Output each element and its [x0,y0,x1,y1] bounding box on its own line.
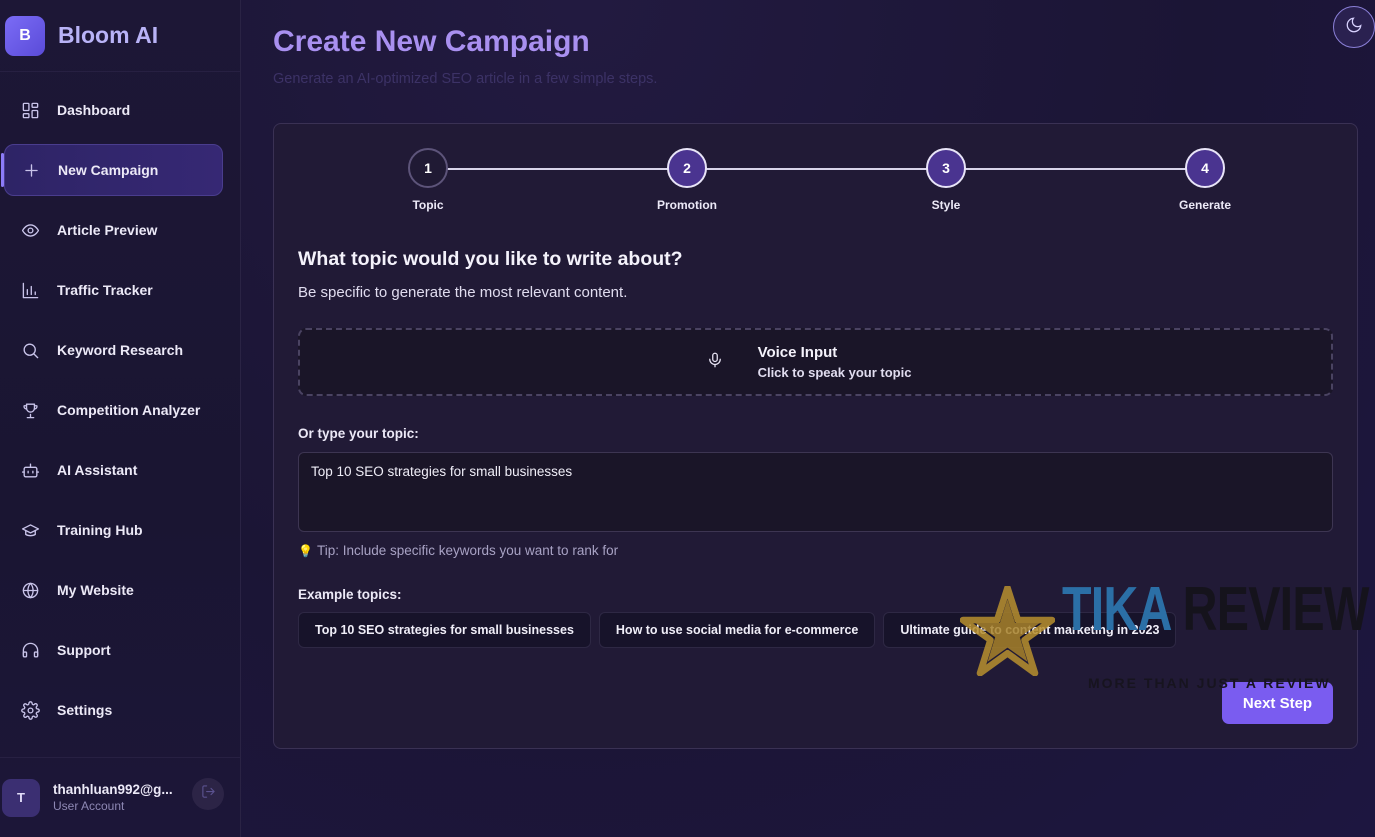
plus-icon [21,160,41,180]
example-topic-chip[interactable]: Top 10 SEO strategies for small business… [298,612,591,648]
robot-icon [20,460,40,480]
sidebar-item-label: Settings [57,702,113,718]
step-4-circle[interactable]: 4 [1185,148,1225,188]
tip-label: Tip: Include specific keywords you want … [316,543,619,558]
step-4-label: Generate [1178,198,1232,212]
topic-input-label: Or type your topic: [298,426,419,441]
topic-description: Be specific to generate the most relevan… [298,284,628,301]
sidebar-item-label: Competition Analyzer [57,402,201,418]
sidebar-item-label: My Website [57,582,134,598]
topic-question: What topic would you like to write about… [298,248,683,270]
voice-input-text: Voice Input Click to speak your topic [758,344,912,380]
bar-chart-icon [20,280,40,300]
sidebar-item-ai-assistant[interactable]: AI Assistant [4,444,223,496]
graduation-cap-icon [20,520,40,540]
sidebar-item-keyword-research[interactable]: Keyword Research [4,324,223,376]
step-1-label: Topic [412,198,444,212]
voice-input-content: Voice Input Click to speak your topic [706,344,912,380]
sidebar-item-label: Article Preview [57,222,158,238]
sidebar-item-support[interactable]: Support [4,624,223,676]
stepper-line [428,168,1204,170]
sidebar-nav: Dashboard New Campaign Article Preview T… [0,72,240,736]
sidebar: B Bloom AI Dashboard New Campaign Articl… [0,0,241,837]
watermark-star-icon [960,586,1055,676]
main-content: Create New Campaign Generate an AI-optim… [241,0,1375,837]
brand-logo[interactable]: B [5,15,45,56]
gear-icon [20,700,40,720]
avatar[interactable]: T [2,778,40,817]
examples-label: Example topics: [298,587,402,602]
watermark-tagline: MORE THAN JUST A REVIEW [1088,675,1331,691]
lightbulb-icon: 💡 [298,543,313,558]
sidebar-item-label: Support [57,642,111,658]
step-1-circle[interactable]: 1 [408,148,448,188]
sidebar-item-label: AI Assistant [57,462,138,478]
moon-icon [1345,16,1363,39]
example-topic-chip[interactable]: How to use social media for e-commerce [598,612,876,648]
dashboard-grid-icon [20,100,40,120]
step-3-label: Style [931,198,961,212]
theme-toggle-button[interactable] [1333,6,1375,48]
user-account[interactable]: T thanhluan992@g... User Account [0,757,240,837]
step-3-circle[interactable]: 3 [926,148,966,188]
campaign-wizard-card: 1 Topic 2 Promotion 3 Style 4 Generate W… [273,123,1358,749]
brand-name: Bloom AI [58,22,159,48]
sidebar-item-article-preview[interactable]: Article Preview [4,204,223,256]
voice-input-button[interactable]: Voice Input Click to speak your topic [298,328,1333,396]
step-2-label: Promotion [657,198,717,212]
sidebar-item-traffic-tracker[interactable]: Traffic Tracker [4,264,223,316]
sidebar-item-training-hub[interactable]: Training Hub [4,504,223,556]
sidebar-item-label: Training Hub [57,522,143,538]
sidebar-item-dashboard[interactable]: Dashboard [4,84,223,136]
logout-icon [201,784,216,804]
voice-input-title: Voice Input [757,344,838,361]
topic-input[interactable]: Top 10 SEO strategies for small business… [298,452,1333,532]
sidebar-item-settings[interactable]: Settings [4,684,223,736]
step-2-circle[interactable]: 2 [667,148,707,188]
trophy-icon [20,400,40,420]
search-icon [20,340,40,360]
sidebar-item-new-campaign[interactable]: New Campaign [1,144,223,196]
page-subtitle: Generate an AI-optimized SEO article in … [273,71,658,87]
watermark-title: TIKA REVIEW [1062,575,1369,644]
user-info: thanhluan992@g... User Account [53,782,173,813]
logout-button[interactable] [192,778,224,810]
user-role: User Account [53,799,125,813]
sidebar-item-label: New Campaign [58,162,159,178]
sidebar-item-label: Traffic Tracker [57,282,153,298]
sidebar-item-competition-analyzer[interactable]: Competition Analyzer [4,384,223,436]
globe-icon [20,580,40,600]
page-title: Create New Campaign [273,25,590,58]
microphone-icon [706,351,724,374]
sidebar-item-label: Dashboard [57,102,131,118]
tip-text: 💡 Tip: Include specific keywords you wan… [298,543,618,558]
brand: B Bloom AI [0,0,240,72]
voice-input-hint: Click to speak your topic [757,365,912,380]
sidebar-item-my-website[interactable]: My Website [4,564,223,616]
headphones-icon [20,640,40,660]
stepper: 1 Topic 2 Promotion 3 Style 4 Generate [274,148,1357,218]
user-email: thanhluan992@g... [53,782,173,797]
sidebar-item-label: Keyword Research [57,342,184,358]
eye-icon [20,220,40,240]
